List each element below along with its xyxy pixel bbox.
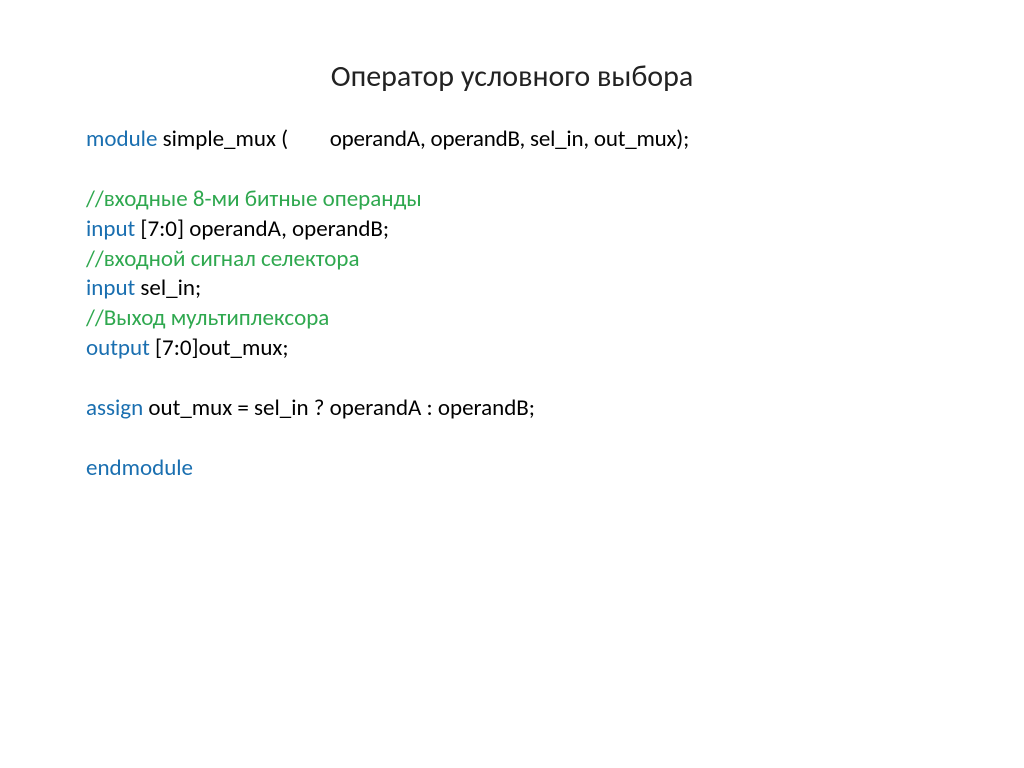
comment-line: //входные 8-ми битные операнды — [86, 185, 422, 213]
code-line: input sel_in; — [86, 274, 201, 302]
code-text: [7:0] operandA, operandB; — [135, 215, 389, 243]
code-text: operandA, operandB, sel_in, out_mux); — [330, 125, 689, 153]
code-line: output [7:0]out_mux; — [86, 334, 289, 362]
code-text: out_mux = sel_in ? operandA : operandB; — [143, 394, 535, 422]
code-text: sel_in; — [135, 274, 201, 302]
keyword-input: input — [86, 274, 135, 302]
page-title: Оператор условного выбора — [86, 58, 938, 95]
keyword-assign: assign — [86, 394, 143, 422]
keyword-endmodule: endmodule — [86, 454, 193, 482]
slide: Оператор условного выбора module simple_… — [0, 0, 1024, 768]
keyword-module: module — [86, 125, 157, 153]
keyword-output: output — [86, 334, 150, 362]
code-text: [7:0]out_mux; — [150, 334, 289, 362]
code-line: assign out_mux = sel_in ? operandA : ope… — [86, 394, 535, 422]
code-line: module simple_mux ( operandA, operandB, … — [86, 125, 689, 153]
keyword-input: input — [86, 215, 135, 243]
code-text: simple_mux ( — [157, 125, 288, 153]
comment-line: //входной сигнал селектора — [86, 245, 360, 273]
code-line: input [7:0] operandA, operandB; — [86, 215, 389, 243]
code-block: module simple_mux ( operandA, operandB, … — [86, 125, 938, 484]
comment-line: //Выход мультиплексора — [86, 304, 329, 332]
